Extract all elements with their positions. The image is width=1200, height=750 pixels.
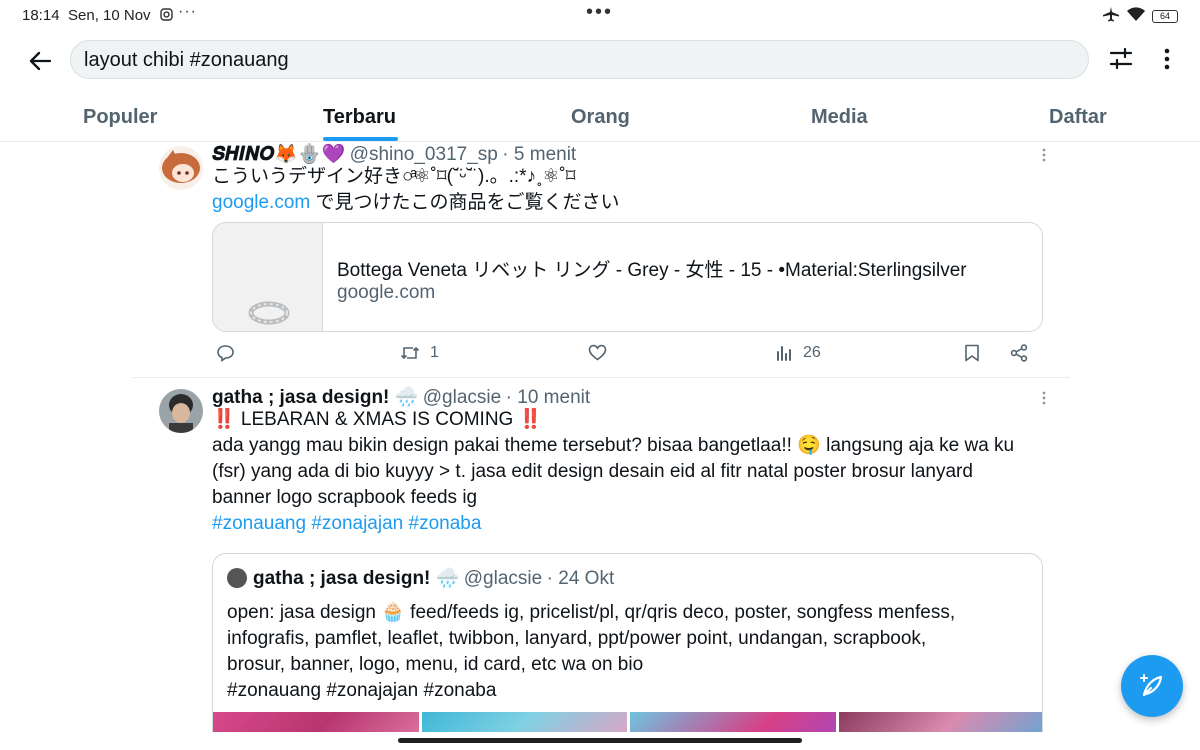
views-count: 26 <box>803 344 821 361</box>
media-image[interactable] <box>421 712 627 732</box>
status-bar: 18:14 Sen, 10 Nov ··· ••• 64 <box>0 0 1200 30</box>
quote-header: gatha ; jasa design! 🌧️ @glacsie · 24 Ok… <box>253 566 614 590</box>
tab-daftar[interactable]: Daftar <box>1049 106 1107 129</box>
search-tabs: Populer Terbaru Orang Media Daftar <box>0 96 1200 142</box>
share-button[interactable] <box>1010 344 1028 362</box>
quote-text-line: brosur, banner, logo, menu, id card, etc… <box>227 654 644 675</box>
tweet-more-icon[interactable] <box>1042 148 1046 162</box>
active-tab-indicator <box>323 137 398 141</box>
reply-icon <box>217 345 234 362</box>
search-input[interactable]: layout chibi #zonauang <box>70 40 1089 79</box>
avatar[interactable] <box>159 146 203 190</box>
airplane-mode-icon <box>1102 6 1120 27</box>
bookmark-icon <box>965 344 979 362</box>
quote-handle: @glacsie <box>463 568 543 589</box>
tweet-text: こういうデザイン好き○ͣ⚛︎˚⌑(˘̈ᵕ˘̈ ).。.:*♪˳⚛︎˚⌑ goog… <box>212 164 1042 216</box>
link-preview-card[interactable]: Bottega Veneta リベット リング - Grey - 女性 - 15… <box>212 222 1043 332</box>
tweet-link[interactable]: google.com <box>212 192 310 213</box>
media-image[interactable] <box>213 712 419 732</box>
tweet-more-icon[interactable] <box>1042 391 1046 405</box>
tweet-text: ‼️ LEBARAN & XMAS IS COMING ‼️ ada yangg… <box>212 407 1052 537</box>
quote-display-name: gatha ; jasa design! 🌧️ <box>253 568 460 589</box>
quote-text: open: jasa design 🧁 feed/feeds ig, price… <box>227 600 1027 704</box>
product-thumbnail <box>213 223 323 331</box>
tab-populer[interactable]: Populer <box>83 106 157 129</box>
analytics-icon <box>777 346 791 361</box>
tweet-text-line: google.com で見つけたこの商品をご覧ください <box>212 190 1042 216</box>
handle[interactable]: @glacsie <box>423 387 501 408</box>
status-time: 18:14 <box>22 7 60 24</box>
timestamp[interactable]: · 5 menit <box>502 144 576 165</box>
gesture-navigation-bar[interactable] <box>398 738 802 743</box>
instagram-notification-icon <box>160 8 173 26</box>
quote-text-line: infografis, pamflet, leaflet, twibbon, l… <box>227 628 927 649</box>
quote-timestamp: · 24 Okt <box>546 568 615 589</box>
tab-media[interactable]: Media <box>811 106 868 129</box>
display-name[interactable]: 𝑺𝑯𝑰𝑵𝑶🦊🪬💜 <box>212 144 345 165</box>
tweet-header: 𝑺𝑯𝑰𝑵𝑶🦊🪬💜 @shino_0317_sp · 5 menit <box>212 142 576 166</box>
back-arrow-icon[interactable] <box>24 45 56 77</box>
bookmark-button[interactable] <box>964 344 980 362</box>
tweet-text-line: ada yangg mau bikin design pakai theme t… <box>212 435 1015 456</box>
handle[interactable]: @shino_0317_sp <box>350 144 498 165</box>
tab-orang[interactable]: Orang <box>571 106 630 129</box>
retweet-count: 1 <box>430 344 439 361</box>
media-image[interactable] <box>838 712 1042 732</box>
multiwindow-handle-icon[interactable]: ••• <box>586 1 613 24</box>
status-overflow-icon: ··· <box>178 3 197 20</box>
like-button[interactable] <box>588 344 607 361</box>
battery-icon: 64 <box>1152 10 1178 23</box>
search-filter-icon[interactable] <box>1106 44 1136 74</box>
tweet-card[interactable]: 𝑺𝑯𝑰𝑵𝑶🦊🪬💜 @shino_0317_sp · 5 menit こういうデザ… <box>132 142 1070 376</box>
status-date: Sen, 10 Nov <box>68 7 151 24</box>
media-image[interactable] <box>630 712 836 732</box>
tweet-text-line: (fsr) yang ada di bio kuyyy > t. jasa ed… <box>212 461 973 482</box>
quote-media-strip[interactable] <box>213 712 1042 732</box>
tweet-headline: ‼️ LEBARAN & XMAS IS COMING ‼️ <box>212 409 543 430</box>
avatar[interactable] <box>159 389 203 433</box>
tweet-text-rest: で見つけたこの商品をご覧ください <box>310 192 620 213</box>
compose-button[interactable] <box>1121 655 1183 717</box>
reply-button[interactable] <box>216 344 235 362</box>
compose-feather-icon <box>1140 674 1163 697</box>
tweet-card[interactable]: gatha ; jasa design! 🌧️ @glacsie · 10 me… <box>132 385 1070 732</box>
card-domain: google.com <box>337 282 436 303</box>
wifi-icon <box>1126 6 1146 27</box>
tweet-text-line: こういうデザイン好き○ͣ⚛︎˚⌑(˘̈ᵕ˘̈ ).。.:*♪˳⚛︎˚⌑ <box>212 166 576 187</box>
tweet-divider <box>132 377 1070 378</box>
share-icon <box>1010 344 1028 362</box>
tweet-hashtags[interactable]: #zonauang #zonajajan #zonaba <box>212 511 1052 537</box>
quote-text-line: #zonauang #zonajajan #zonaba <box>227 680 497 701</box>
retweet-button[interactable]: 1 <box>400 344 439 362</box>
display-name[interactable]: gatha ; jasa design! 🌧️ <box>212 387 418 408</box>
heart-icon <box>588 344 607 361</box>
search-query-text[interactable]: layout chibi #zonauang <box>84 49 289 72</box>
tweet-actions: 1 26 <box>216 344 1032 368</box>
more-options-icon[interactable] <box>1155 44 1179 74</box>
quote-avatar[interactable] <box>227 568 247 588</box>
timestamp[interactable]: · 10 menit <box>506 387 590 408</box>
retweet-icon <box>400 347 420 359</box>
tweet-header: gatha ; jasa design! 🌧️ @glacsie · 10 me… <box>212 385 590 409</box>
tab-terbaru[interactable]: Terbaru <box>323 106 396 129</box>
quote-text-line: open: jasa design 🧁 feed/feeds ig, price… <box>227 602 956 623</box>
quoted-tweet[interactable]: gatha ; jasa design! 🌧️ @glacsie · 24 Ok… <box>212 553 1043 732</box>
card-title: Bottega Veneta リベット リング - Grey - 女性 - 15… <box>337 260 967 281</box>
views-button[interactable]: 26 <box>776 344 821 362</box>
tweet-text-line: banner logo scrapbook feeds ig <box>212 487 478 508</box>
